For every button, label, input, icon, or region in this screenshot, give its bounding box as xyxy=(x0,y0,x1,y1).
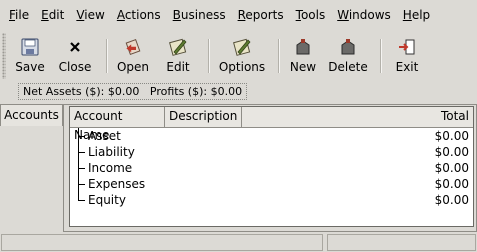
toolbar-separator xyxy=(278,39,280,73)
new-button[interactable]: New xyxy=(286,31,320,77)
status-progress xyxy=(327,234,476,251)
tree-branch xyxy=(79,152,85,153)
edit-pencil-icon xyxy=(168,37,188,57)
tab-accounts[interactable]: Accounts xyxy=(0,104,63,126)
floppy-disk-icon xyxy=(20,37,40,57)
menu-file[interactable]: File xyxy=(0,0,35,30)
options-label: Options xyxy=(218,60,266,74)
column-headers: Account Name Description Total xyxy=(70,107,473,142)
table-row[interactable]: Equity $0.00 xyxy=(70,192,473,208)
tree-branch xyxy=(79,168,85,169)
toolbar-separator xyxy=(106,39,108,73)
save-button[interactable]: Save xyxy=(10,31,50,77)
close-button[interactable]: Close xyxy=(50,31,100,77)
tab-accounts-label: Accounts xyxy=(4,108,59,122)
menu-edit[interactable]: Edit xyxy=(35,0,70,30)
table-row[interactable]: Income $0.00 xyxy=(70,160,473,176)
menu-help[interactable]: Help xyxy=(397,0,436,30)
account-total: $0.00 xyxy=(434,193,469,207)
exit-button[interactable]: Exit xyxy=(390,31,424,77)
table-row[interactable]: Asset $0.00 xyxy=(70,128,473,144)
open-account-icon xyxy=(123,37,143,57)
account-total: $0.00 xyxy=(434,129,469,143)
menu-windows[interactable]: Windows xyxy=(331,0,397,30)
delete-button[interactable]: Delete xyxy=(324,31,372,77)
table-row[interactable]: Liability $0.00 xyxy=(70,144,473,160)
close-label: Close xyxy=(58,60,92,74)
open-button[interactable]: Open xyxy=(114,31,152,77)
options-button[interactable]: Options xyxy=(214,31,270,77)
menu-reports[interactable]: Reports xyxy=(232,0,290,30)
account-total: $0.00 xyxy=(434,145,469,159)
menu-business[interactable]: Business xyxy=(167,0,232,30)
column-account-name[interactable]: Account Name xyxy=(70,107,165,142)
profits-text: Profits ($): $0.00 xyxy=(149,85,243,98)
edit-button[interactable]: Edit xyxy=(154,31,202,77)
delete-label: Delete xyxy=(328,60,368,74)
summary-bar: Net Assets ($): $0.00 Profits ($): $0.00 xyxy=(18,83,248,100)
save-label: Save xyxy=(15,60,45,74)
tree-branch xyxy=(79,136,85,137)
tree-body: Asset $0.00 Liability $0.00 Income $0.00… xyxy=(70,128,473,208)
account-tree[interactable]: Account Name Description Total Asset $0.… xyxy=(69,106,474,227)
account-name: Expenses xyxy=(88,177,146,191)
account-name: Income xyxy=(88,161,133,175)
tree-branch xyxy=(79,200,85,201)
delete-account-icon xyxy=(338,37,358,57)
exit-icon xyxy=(397,37,417,57)
tree-branch xyxy=(79,184,85,185)
account-total: $0.00 xyxy=(434,177,469,191)
toolbar-grip[interactable] xyxy=(2,33,6,79)
tab-strip xyxy=(0,126,64,232)
status-message xyxy=(1,234,323,251)
column-description[interactable]: Description xyxy=(165,107,242,127)
account-name: Equity xyxy=(88,193,126,207)
accounts-panel: Account Name Description Total Asset $0.… xyxy=(63,104,477,232)
toolbar-separator xyxy=(208,39,210,73)
menu-view[interactable]: View xyxy=(70,0,110,30)
options-icon xyxy=(232,37,252,57)
account-total: $0.00 xyxy=(434,161,469,175)
net-assets-text: Net Assets ($): $0.00 xyxy=(23,85,140,98)
open-label: Open xyxy=(116,60,150,74)
table-row[interactable]: Expenses $0.00 xyxy=(70,176,473,192)
close-icon xyxy=(65,37,85,57)
column-total[interactable]: Total xyxy=(242,107,473,127)
menu-actions[interactable]: Actions xyxy=(111,0,167,30)
menu-tools[interactable]: Tools xyxy=(290,0,332,30)
edit-label: Edit xyxy=(166,60,190,74)
toolbar: Save Close Open Edit Options New Delete … xyxy=(0,31,477,81)
exit-label: Exit xyxy=(395,60,419,74)
new-account-icon xyxy=(293,37,313,57)
new-label: New xyxy=(289,60,317,74)
account-name: Liability xyxy=(88,145,135,159)
menubar: File Edit View Actions Business Reports … xyxy=(0,0,477,30)
toolbar-separator xyxy=(380,39,382,73)
status-bar xyxy=(0,233,477,252)
account-name: Asset xyxy=(88,129,121,143)
